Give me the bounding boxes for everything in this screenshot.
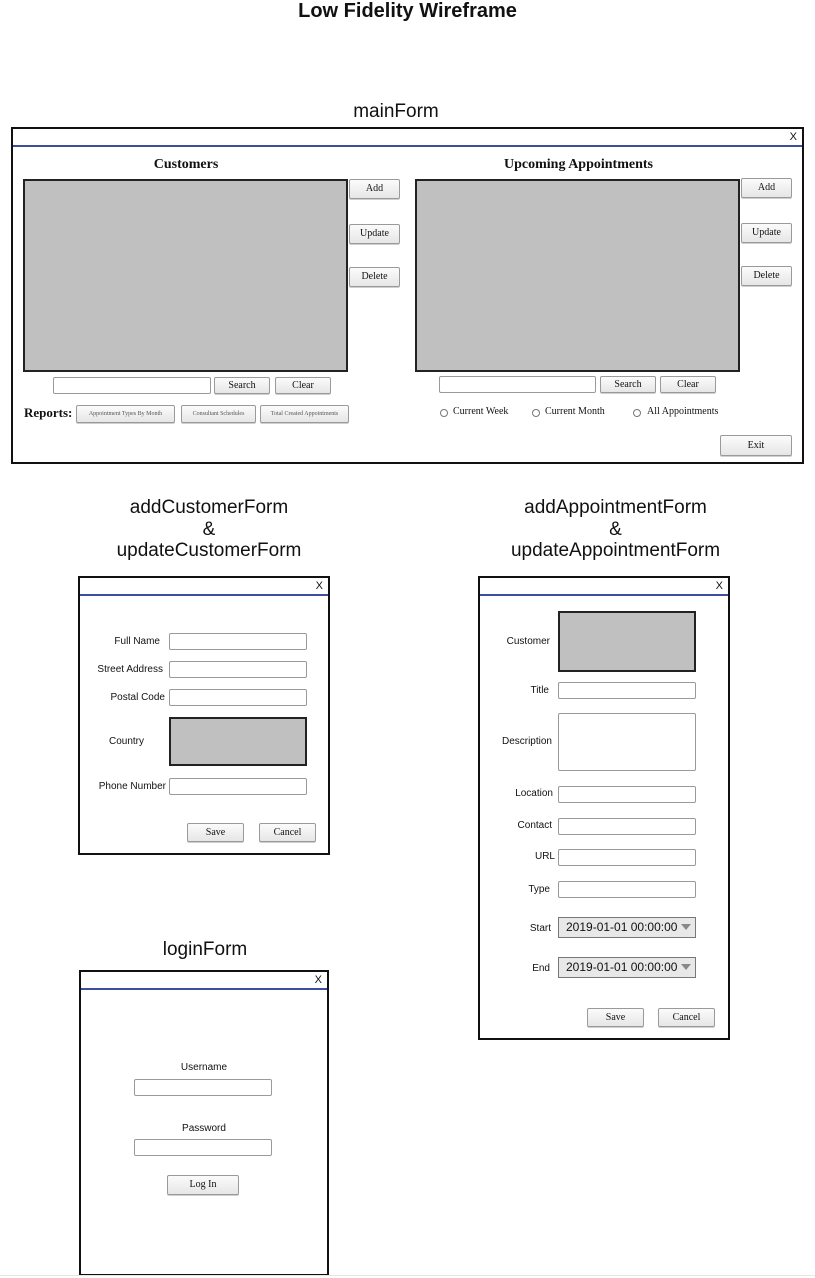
- customer-form-caption: addCustomerForm & updateCustomerForm: [79, 497, 339, 562]
- customer-form-caption-line: addCustomerForm: [129, 497, 289, 518]
- add-appointment-button[interactable]: Add: [741, 178, 792, 198]
- appointment-clear-button[interactable]: Clear: [660, 376, 716, 393]
- delete-appointment-button[interactable]: Delete: [741, 266, 792, 286]
- title-field[interactable]: [558, 682, 696, 699]
- customer-form-window: X Full Name Street Address Postal Code C…: [78, 576, 330, 855]
- customer-select-list[interactable]: [558, 611, 696, 672]
- end-label: End: [532, 963, 550, 974]
- appointment-form-caption-line: updateAppointmentForm: [510, 540, 721, 561]
- customer-form-caption-line: updateCustomerForm: [116, 540, 302, 561]
- description-label: Description: [501, 736, 552, 747]
- password-label: Password: [182, 1123, 226, 1134]
- type-field[interactable]: [558, 881, 696, 898]
- customer-form-titlebar: X: [80, 578, 328, 596]
- url-label: URL: [534, 851, 555, 862]
- reports-label: Reports:: [24, 405, 73, 420]
- appointments-grid[interactable]: [415, 179, 740, 372]
- username-field[interactable]: [134, 1079, 272, 1096]
- chevron-down-icon: [681, 924, 691, 930]
- save-customer-button[interactable]: Save: [187, 823, 244, 842]
- main-form-titlebar: X: [13, 129, 802, 147]
- customer-form-caption-line: &: [202, 518, 216, 540]
- title-label: Title: [530, 685, 549, 696]
- full-name-label: Full Name: [114, 636, 160, 647]
- customers-heading: Customers: [153, 157, 219, 172]
- login-form-titlebar: X: [81, 972, 327, 990]
- phone-number-label: Phone Number: [98, 781, 166, 792]
- type-label: Type: [528, 884, 550, 895]
- street-address-field[interactable]: [169, 661, 307, 678]
- login-form-window: X Username Password Log In: [79, 970, 329, 1276]
- country-list[interactable]: [169, 717, 307, 766]
- description-field[interactable]: [558, 713, 696, 771]
- full-name-field[interactable]: [169, 633, 307, 650]
- update-customer-button[interactable]: Update: [349, 224, 400, 244]
- filter-current-month-radio[interactable]: [532, 409, 540, 417]
- main-form-window: X Customers Add Update Delete Search Cle…: [11, 127, 804, 464]
- phone-number-field[interactable]: [169, 778, 307, 795]
- add-customer-button[interactable]: Add: [349, 179, 400, 199]
- report-total-appointments-button[interactable]: Total Created Appointments: [260, 405, 349, 423]
- close-icon[interactable]: X: [716, 579, 723, 593]
- appointments-heading: Upcoming Appointments: [504, 157, 653, 172]
- report-appointment-types-button[interactable]: Appointment Types By Month: [76, 405, 175, 423]
- appointment-form-caption-line: &: [609, 518, 622, 540]
- appointment-form-window: X Customer Title Description Location Co…: [478, 576, 730, 1040]
- start-label: Start: [529, 923, 551, 934]
- location-field[interactable]: [558, 786, 696, 803]
- appointment-form-caption-line: addAppointmentForm: [524, 497, 707, 518]
- close-icon[interactable]: X: [315, 973, 322, 987]
- customer-search-input[interactable]: [53, 377, 211, 394]
- login-button[interactable]: Log In: [167, 1175, 239, 1195]
- customers-grid[interactable]: [23, 179, 348, 372]
- close-icon[interactable]: X: [790, 130, 797, 144]
- street-address-label: Street Address: [97, 664, 163, 675]
- cancel-appointment-button[interactable]: Cancel: [658, 1008, 715, 1027]
- page-title: Low Fidelity Wireframe: [298, 0, 517, 22]
- customer-clear-button[interactable]: Clear: [275, 377, 331, 394]
- customer-label: Customer: [506, 636, 550, 647]
- postal-code-label: Postal Code: [110, 692, 165, 703]
- chevron-down-icon: [681, 964, 691, 970]
- postal-code-field[interactable]: [169, 689, 307, 706]
- contact-field[interactable]: [558, 818, 696, 835]
- bottom-divider: [0, 1275, 815, 1276]
- start-datetime-picker[interactable]: 2019-01-01 00:00:00: [558, 917, 696, 938]
- appointment-form-caption: addAppointmentForm & updateAppointmentFo…: [478, 497, 753, 562]
- appointment-search-button[interactable]: Search: [600, 376, 656, 393]
- start-datetime-value: 2019-01-01 00:00:00: [566, 920, 678, 934]
- appointment-search-input[interactable]: [439, 376, 596, 393]
- customer-search-button[interactable]: Search: [214, 377, 270, 394]
- cancel-customer-button[interactable]: Cancel: [259, 823, 316, 842]
- close-icon[interactable]: X: [316, 579, 323, 593]
- save-appointment-button[interactable]: Save: [587, 1008, 644, 1027]
- filter-all-appointments-label: All Appointments: [647, 406, 719, 417]
- exit-button[interactable]: Exit: [720, 435, 792, 456]
- filter-current-month-label: Current Month: [545, 406, 605, 417]
- login-form-caption: loginForm: [162, 939, 248, 960]
- password-field[interactable]: [134, 1139, 272, 1156]
- end-datetime-value: 2019-01-01 00:00:00: [566, 960, 678, 974]
- filter-current-week-label: Current Week: [453, 406, 509, 417]
- url-field[interactable]: [558, 849, 696, 866]
- report-consultant-schedules-button[interactable]: Consultant Schedules: [181, 405, 256, 423]
- username-label: Username: [180, 1062, 228, 1073]
- location-label: Location: [515, 788, 553, 799]
- end-datetime-picker[interactable]: 2019-01-01 00:00:00: [558, 957, 696, 978]
- main-form-caption: mainForm: [353, 101, 439, 122]
- country-label: Country: [108, 736, 144, 747]
- contact-label: Contact: [517, 820, 552, 831]
- update-appointment-button[interactable]: Update: [741, 223, 792, 243]
- appointment-form-titlebar: X: [480, 578, 728, 596]
- filter-current-week-radio[interactable]: [440, 409, 448, 417]
- filter-all-appointments-radio[interactable]: [633, 409, 641, 417]
- delete-customer-button[interactable]: Delete: [349, 267, 400, 287]
